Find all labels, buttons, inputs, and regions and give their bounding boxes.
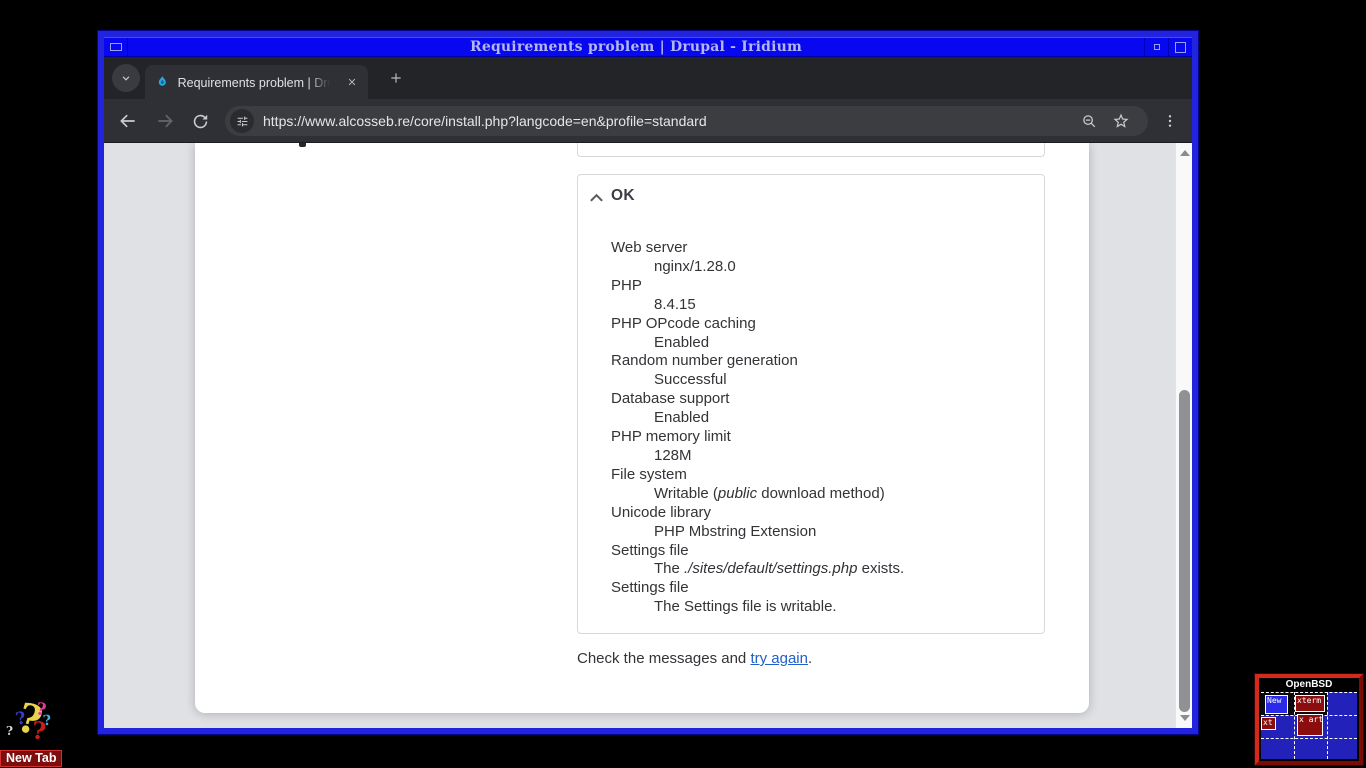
- requirement-value: The Settings file is writable.: [654, 598, 837, 616]
- browser-menu-button[interactable]: [1160, 111, 1180, 131]
- scroll-down-arrow-icon[interactable]: [1180, 715, 1190, 721]
- requirement-term: Database support: [611, 390, 730, 408]
- iconified-window-label[interactable]: New Tab: [0, 750, 63, 767]
- magnifier-minus-icon: [1082, 114, 1095, 127]
- desktop: Requirements problem | Drupal - Iridium: [0, 0, 1366, 768]
- requirement-value: Writable (public download method): [654, 484, 885, 502]
- scroll-up-arrow-icon[interactable]: [1180, 150, 1190, 156]
- requirement-term: Settings file: [611, 579, 689, 597]
- reload-icon: [193, 114, 207, 128]
- close-icon: [348, 78, 356, 86]
- window-iconify-button[interactable]: [1144, 38, 1168, 56]
- window-title: Requirements problem | Drupal - Iridium: [470, 39, 802, 55]
- collapsed-section-card: [577, 143, 1045, 157]
- footer-period: .: [807, 650, 813, 667]
- bookmark-button[interactable]: [1112, 112, 1130, 130]
- question-mark-icon: ?: [30, 715, 48, 746]
- back-arrow-icon: [120, 114, 135, 128]
- window-maximize-button[interactable]: [1168, 38, 1192, 56]
- requirement-value: PHP Mbstring Extension: [654, 522, 817, 540]
- address-bar[interactable]: https://www.alcosseb.re/core/install.php…: [225, 106, 1148, 136]
- requirement-term: Random number generation: [611, 352, 798, 370]
- requirement-term: File system: [611, 465, 687, 483]
- chevron-down-icon: [122, 76, 130, 81]
- page-viewport: OK Web server nginx/1.28.0 PHP 8.4.15 PHP OP…: [104, 143, 1192, 728]
- url-text[interactable]: https://www.alcosseb.re/core/install.php…: [263, 106, 707, 136]
- tab-search-button[interactable]: [112, 64, 140, 92]
- pager-grid-line: [1261, 692, 1357, 693]
- vertical-scrollbar[interactable]: [1175, 143, 1192, 728]
- pager-mini-window[interactable]: xt: [1261, 717, 1276, 730]
- pager-title: OpenBSD: [1259, 678, 1359, 691]
- requirement-term: PHP OPcode caching: [611, 314, 756, 332]
- browser-chrome: Requirements problem | Drupal: [104, 57, 1192, 728]
- tab-title-fade: [307, 74, 330, 90]
- reload-button[interactable]: [190, 111, 210, 131]
- iconify-icon: [1153, 44, 1160, 50]
- scrolled-text-fragment: [299, 143, 306, 147]
- tab-strip: Requirements problem | Drupal: [104, 57, 1192, 99]
- requirement-term: Settings file: [611, 541, 689, 559]
- star-icon: [1113, 113, 1129, 128]
- pager-desktop-grid[interactable]: New xterm xt x art: [1261, 692, 1357, 759]
- pager-grid-line: [1261, 738, 1357, 739]
- iconified-window-icon[interactable]: ??????: [0, 694, 72, 750]
- kebab-menu-icon: [1168, 115, 1172, 127]
- back-button[interactable]: [118, 111, 138, 131]
- requirement-value: Enabled: [654, 409, 710, 427]
- ok-section-card: OK Web server nginx/1.28.0 PHP 8.4.15 PHP OP…: [577, 174, 1045, 634]
- window-menu-icon: [109, 43, 122, 51]
- chevron-up-icon[interactable]: [589, 191, 604, 205]
- requirements-list: Web server nginx/1.28.0 PHP 8.4.15 PHP OPcod…: [611, 239, 1031, 617]
- page-footer: Check the messages and try again.: [577, 650, 812, 667]
- forward-button[interactable]: [155, 111, 175, 131]
- drupal-favicon-icon: [158, 76, 166, 86]
- requirement-value: Successful: [654, 371, 727, 389]
- page-content-container: OK Web server nginx/1.28.0 PHP 8.4.15 PHP OP…: [195, 143, 1089, 713]
- requirement-term: Unicode library: [611, 503, 712, 521]
- window-titlebar[interactable]: Requirements problem | Drupal - Iridium: [104, 37, 1192, 57]
- pager-grid-line: [1327, 692, 1328, 759]
- requirement-value: nginx/1.28.0: [654, 257, 736, 275]
- maximize-icon: [1175, 41, 1186, 53]
- pager-mini-window[interactable]: xterm: [1295, 695, 1325, 712]
- requirement-value: 128M: [654, 446, 692, 464]
- requirement-term: PHP memory limit: [611, 428, 731, 446]
- zoom-button[interactable]: [1080, 112, 1098, 130]
- ok-section-heading[interactable]: OK: [611, 187, 635, 205]
- tab-close-button[interactable]: [344, 73, 360, 91]
- tab-title-wrap: Requirements problem | Drupal: [178, 74, 330, 90]
- window-menu-button[interactable]: [104, 38, 128, 56]
- try-again-link[interactable]: try again: [750, 650, 808, 667]
- requirement-value: 8.4.15: [654, 295, 696, 313]
- site-settings-icon: [237, 116, 247, 126]
- new-tab-button[interactable]: [384, 66, 408, 90]
- scrollbar-thumb[interactable]: [1179, 390, 1190, 712]
- site-info-button[interactable]: [230, 109, 254, 133]
- requirement-value: The ./sites/default/settings.php exists.: [654, 560, 905, 578]
- forward-arrow-icon: [158, 114, 173, 128]
- plus-icon: [391, 73, 401, 83]
- requirement-value: Enabled: [654, 333, 710, 351]
- pager-window[interactable]: OpenBSD New xterm xt x art: [1254, 673, 1364, 766]
- requirement-term: Web server: [611, 239, 688, 256]
- browser-window: Requirements problem | Drupal - Iridium: [97, 30, 1199, 735]
- question-mark-icon: ?: [6, 724, 14, 738]
- browser-toolbar: https://www.alcosseb.re/core/install.php…: [104, 99, 1192, 143]
- tab-requirements-problem[interactable]: Requirements problem | Drupal: [145, 65, 368, 99]
- pager-mini-window[interactable]: x art: [1297, 714, 1323, 736]
- requirement-term: PHP: [611, 276, 642, 294]
- footer-text: Check the messages and: [577, 650, 751, 667]
- pager-mini-window[interactable]: New: [1265, 695, 1288, 714]
